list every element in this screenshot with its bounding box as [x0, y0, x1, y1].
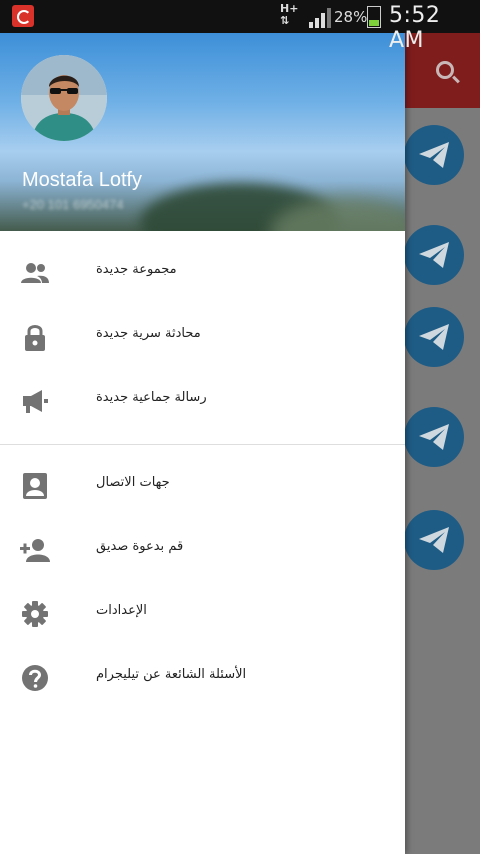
profile-name: Mostafa Lotfy [22, 169, 143, 191]
navigation-drawer: Mostafa Lotfy +20 101 6950474 مجموعة جدي… [0, 33, 405, 854]
chat-avatar[interactable] [404, 510, 464, 570]
signal-icon [309, 8, 331, 28]
network-type-indicator: H+ ⇅ [280, 2, 299, 27]
add-person-icon [20, 536, 50, 564]
notification-app-icon [12, 5, 34, 27]
paper-plane-icon [419, 324, 449, 350]
menu-item-label: مجموعة جديدة [96, 262, 177, 277]
megaphone-icon [20, 387, 50, 415]
help-icon [20, 664, 50, 692]
group-icon [20, 259, 50, 287]
menu-item-new-secret-chat[interactable]: محادثة سرية جديدة [0, 305, 405, 369]
chat-avatar[interactable] [404, 407, 464, 467]
battery-icon [367, 6, 381, 28]
menu-item-settings[interactable]: الإعدادات [0, 582, 405, 646]
avatar[interactable] [21, 55, 107, 141]
settings-icon [20, 600, 50, 628]
chat-avatar[interactable] [404, 225, 464, 285]
battery-percent: 28% [334, 8, 368, 26]
menu-item-label: الأسئلة الشائعة عن تيليجرام [96, 667, 247, 682]
menu-item-new-group[interactable]: مجموعة جديدة [0, 241, 405, 305]
paper-plane-icon [419, 527, 449, 553]
menu-item-telegram-faq[interactable]: الأسئلة الشائعة عن تيليجرام [0, 646, 405, 710]
paper-plane-icon [419, 242, 449, 268]
menu-item-invite-friend[interactable]: قم بدعوة صديق [0, 518, 405, 582]
menu-divider [0, 444, 405, 445]
paper-plane-icon [419, 142, 449, 168]
lock-icon [20, 323, 50, 351]
menu-item-label: جهات الاتصال [96, 475, 170, 490]
menu-item-label: رسالة جماعية جديدة [96, 390, 207, 405]
chat-avatar[interactable] [404, 125, 464, 185]
menu-item-label: الإعدادات [96, 603, 147, 618]
contacts-icon [20, 472, 50, 500]
menu-item-label: قم بدعوة صديق [96, 539, 184, 554]
drawer-header: Mostafa Lotfy +20 101 6950474 [0, 33, 405, 231]
menu-item-contacts[interactable]: جهات الاتصال [0, 454, 405, 518]
clock: 5:52 AM [389, 3, 441, 53]
search-icon[interactable] [436, 61, 454, 79]
status-bar: H+ ⇅ 28% 5:52 AM [0, 0, 480, 53]
menu-item-new-broadcast[interactable]: رسالة جماعية جديدة [0, 369, 405, 433]
paper-plane-icon [419, 424, 449, 450]
chat-avatar[interactable] [404, 307, 464, 367]
menu-item-label: محادثة سرية جديدة [96, 326, 201, 341]
profile-phone: +20 101 6950474 [22, 197, 124, 212]
